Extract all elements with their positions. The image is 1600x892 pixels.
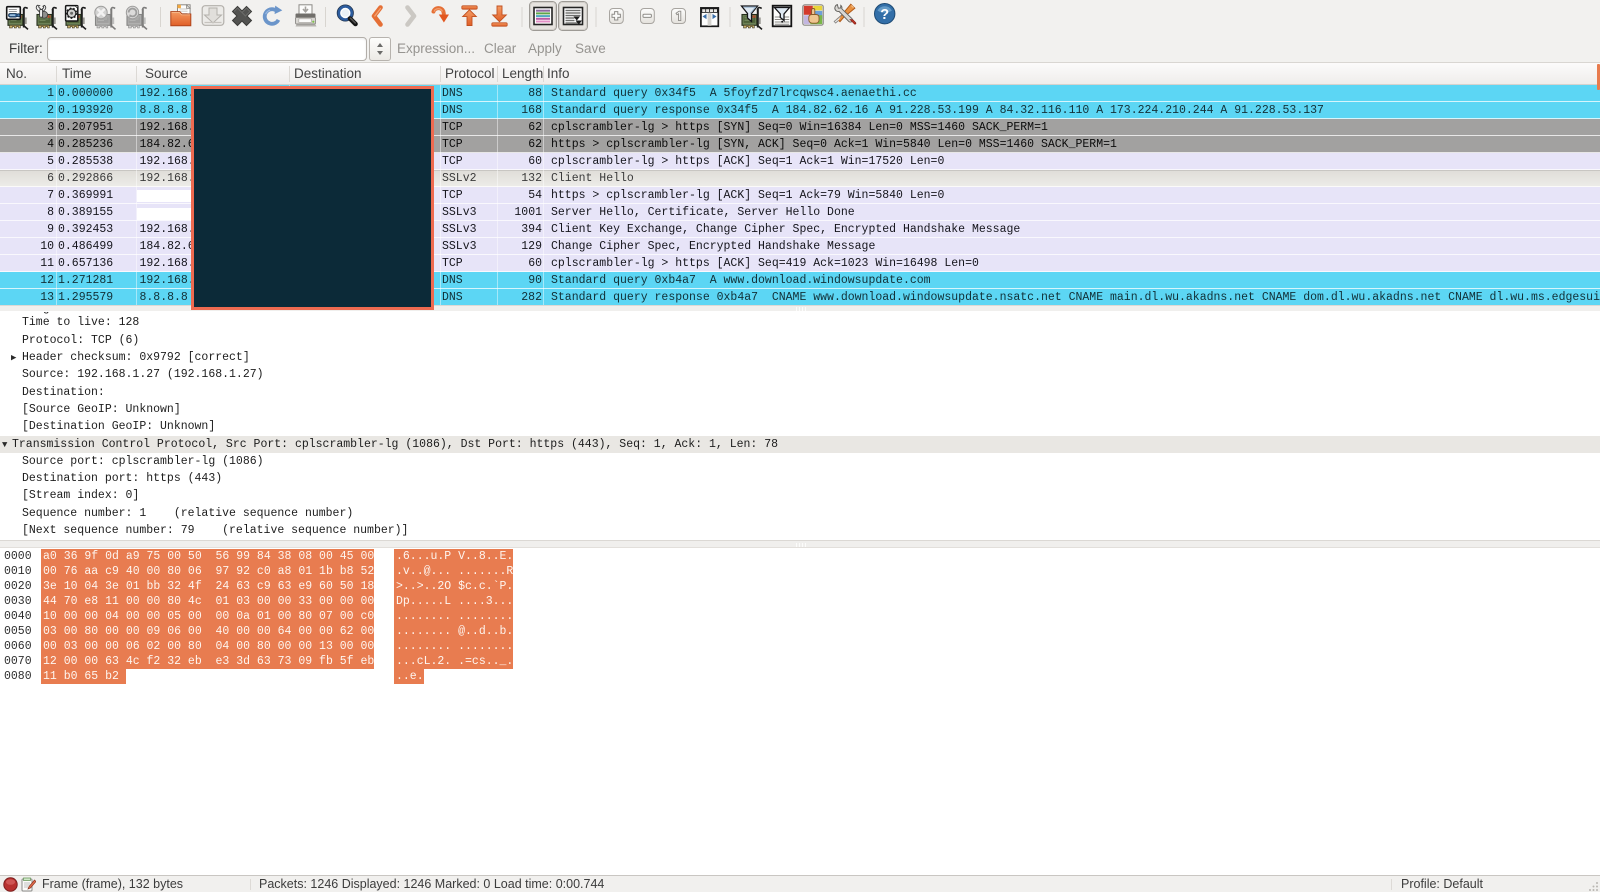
svg-text:?: ? [880,7,889,23]
